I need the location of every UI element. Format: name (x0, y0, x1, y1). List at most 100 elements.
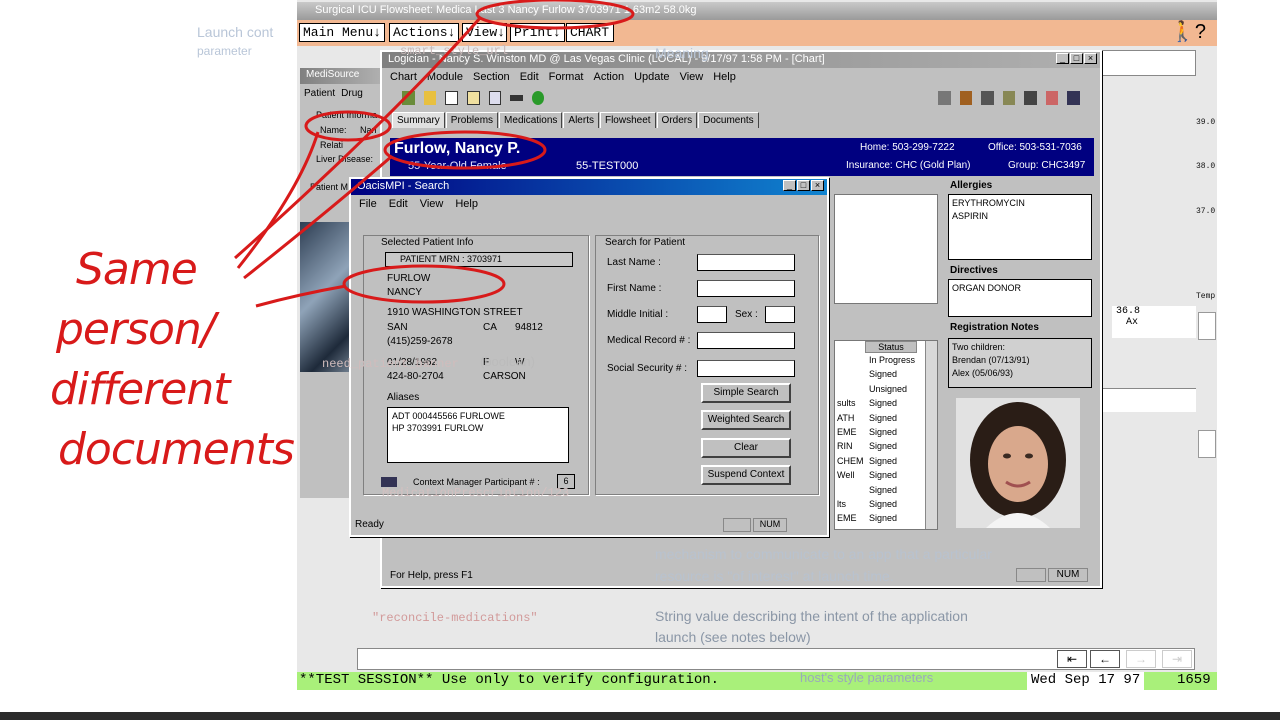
office-phone: Office: 503-531-7036 (988, 142, 1082, 153)
first-page-button[interactable]: ⇤ (1057, 650, 1087, 668)
stethoscope-icon[interactable] (402, 91, 415, 105)
suspend-context-button[interactable]: Suspend Context (701, 465, 791, 485)
close-icon[interactable]: × (1084, 53, 1097, 64)
alias-item[interactable]: HP 3703991 FURLOW (392, 422, 564, 434)
page-icon[interactable] (488, 91, 502, 105)
printer-icon[interactable] (938, 91, 951, 105)
vitals-value: 36.8 (1116, 306, 1141, 317)
temp-38: 38.0 (1196, 162, 1216, 171)
flowsheet-scroll-up[interactable] (1198, 312, 1216, 340)
logician-menu-section[interactable]: Section (473, 71, 510, 83)
vitals-cell: 36.8 Ax (1112, 306, 1196, 338)
handwritten-annotation: Same person/ different documents (50, 240, 295, 480)
last-name-input[interactable] (697, 254, 795, 271)
hourglass-icon[interactable] (1045, 91, 1059, 105)
tab-problems[interactable]: Problems (445, 112, 499, 128)
allergies-box: ERYTHROMYCIN ASPIRIN (948, 194, 1092, 260)
mpi-menu-edit[interactable]: Edit (389, 198, 408, 210)
alias-item[interactable]: ADT 000445566 FURLOWE (392, 410, 564, 422)
mpi-extra: CARSON (483, 371, 526, 382)
logician-menu-view[interactable]: View (680, 71, 704, 83)
clear-button[interactable]: Clear (701, 438, 791, 458)
page: Launch cont parameter Surgical ICU Flows… (0, 0, 1280, 720)
medisource-liver-label: Liver Disease: (316, 154, 374, 164)
ghost-need-banner: need_patient_banner (322, 357, 459, 371)
logician-window-controls: _ □ × (1056, 53, 1097, 64)
tab-documents[interactable]: Documents (698, 112, 759, 128)
documents-status-list[interactable]: Status In Progress Signed Unsigned sults Sig… (834, 340, 938, 530)
next-page-button[interactable]: → (1126, 650, 1156, 668)
notes-icon[interactable] (466, 91, 480, 105)
annotation-line: Same (76, 244, 198, 295)
scale-icon[interactable] (1002, 91, 1016, 105)
status-header[interactable]: Status (865, 341, 917, 353)
logician-menu-format[interactable]: Format (549, 71, 584, 83)
ghost-parameter: parameter (197, 44, 252, 58)
status-scrollbar[interactable] (925, 341, 937, 529)
menu-view[interactable]: View↓ (462, 23, 507, 42)
logician-menu-update[interactable]: Update (634, 71, 669, 83)
social-security-input[interactable] (697, 360, 795, 377)
middle-initial-input[interactable] (697, 306, 727, 323)
prev-page-button[interactable]: ← (1090, 650, 1120, 668)
allergy-item: ERYTHROMYCIN (952, 198, 1025, 208)
tab-alerts[interactable]: Alerts (563, 112, 599, 128)
medical-record-input[interactable] (697, 332, 795, 349)
tab-flowsheet[interactable]: Flowsheet (599, 112, 656, 128)
medisource-title: MediSource (300, 68, 381, 84)
patient-banner: Furlow, Nancy P. 55-Year-Old Female 55-T… (390, 138, 1094, 176)
menu-actions[interactable]: Actions↓ (389, 23, 459, 42)
document-icon[interactable] (445, 91, 458, 105)
logician-menu-action[interactable]: Action (594, 71, 625, 83)
directive-item: ORGAN DONOR (952, 283, 1022, 293)
medisource-menu-drug[interactable]: Drug (341, 88, 363, 99)
ghost-medication-prescription: MedicationPrescription/123 (382, 486, 570, 500)
folder-icon[interactable] (423, 91, 437, 105)
close-icon[interactable]: × (811, 180, 824, 191)
status-row-value: Signed (869, 427, 898, 437)
status-row-value: Signed (869, 513, 898, 524)
status-row-name: CHEM (837, 455, 864, 466)
medisource-menu-patient[interactable]: Patient (304, 88, 335, 99)
simple-search-button[interactable]: Simple Search (701, 383, 791, 403)
status-row-value: Signed (869, 441, 898, 452)
logician-menu-help[interactable]: Help (713, 71, 736, 83)
tab-summary[interactable]: Summary (392, 112, 445, 128)
aliases-list[interactable]: ADT 000445566 FURLOWE HP 3703991 FURLOW (387, 407, 569, 463)
mpi-title: OacisMPI - Search (357, 180, 450, 192)
medisource-name-label: Name: (320, 125, 347, 135)
minimize-icon[interactable]: _ (1056, 53, 1069, 64)
phone-icon[interactable] (1024, 91, 1037, 105)
first-name-input[interactable] (697, 280, 795, 297)
status-row-name: ATH (837, 412, 855, 423)
tools-icon[interactable] (981, 91, 994, 105)
allergy-item: ASPIRIN (952, 211, 989, 221)
tab-orders[interactable]: Orders (656, 112, 698, 128)
minimize-icon[interactable]: _ (783, 180, 796, 191)
logician-menubar: Chart Module Section Edit Format Action … (382, 68, 1100, 86)
menu-print[interactable]: Print↓ (510, 23, 565, 42)
weighted-search-button[interactable]: Weighted Search (701, 410, 791, 430)
menu-chart[interactable]: CHART (566, 23, 614, 42)
person-help-icon[interactable]: 🚶? (1170, 22, 1206, 42)
reg-note: Brendan (07/13/91) (952, 355, 1030, 365)
mpi-menubar: File Edit View Help (351, 195, 827, 213)
sex-input[interactable] (765, 306, 795, 323)
exit-icon[interactable] (1067, 91, 1080, 105)
maximize-icon[interactable]: □ (1070, 53, 1083, 64)
logician-menu-chart[interactable]: Chart (390, 71, 417, 83)
maximize-icon[interactable]: □ (797, 180, 810, 191)
mpi-menu-view[interactable]: View (420, 198, 444, 210)
mpi-menu-file[interactable]: File (359, 198, 377, 210)
mpi-menu-help[interactable]: Help (455, 198, 478, 210)
go-icon[interactable] (531, 91, 545, 105)
last-page-button[interactable]: ⇥ (1162, 650, 1192, 668)
tab-medications[interactable]: Medications (499, 112, 563, 128)
arrow-left-icon[interactable] (510, 95, 523, 101)
status-cell (1016, 568, 1046, 582)
logician-menu-module[interactable]: Module (427, 71, 463, 83)
logician-menu-edit[interactable]: Edit (520, 71, 539, 83)
menu-main[interactable]: Main Menu↓ (299, 23, 385, 42)
flowsheet-scroll-down[interactable] (1198, 430, 1216, 458)
pen-icon[interactable] (959, 91, 973, 105)
